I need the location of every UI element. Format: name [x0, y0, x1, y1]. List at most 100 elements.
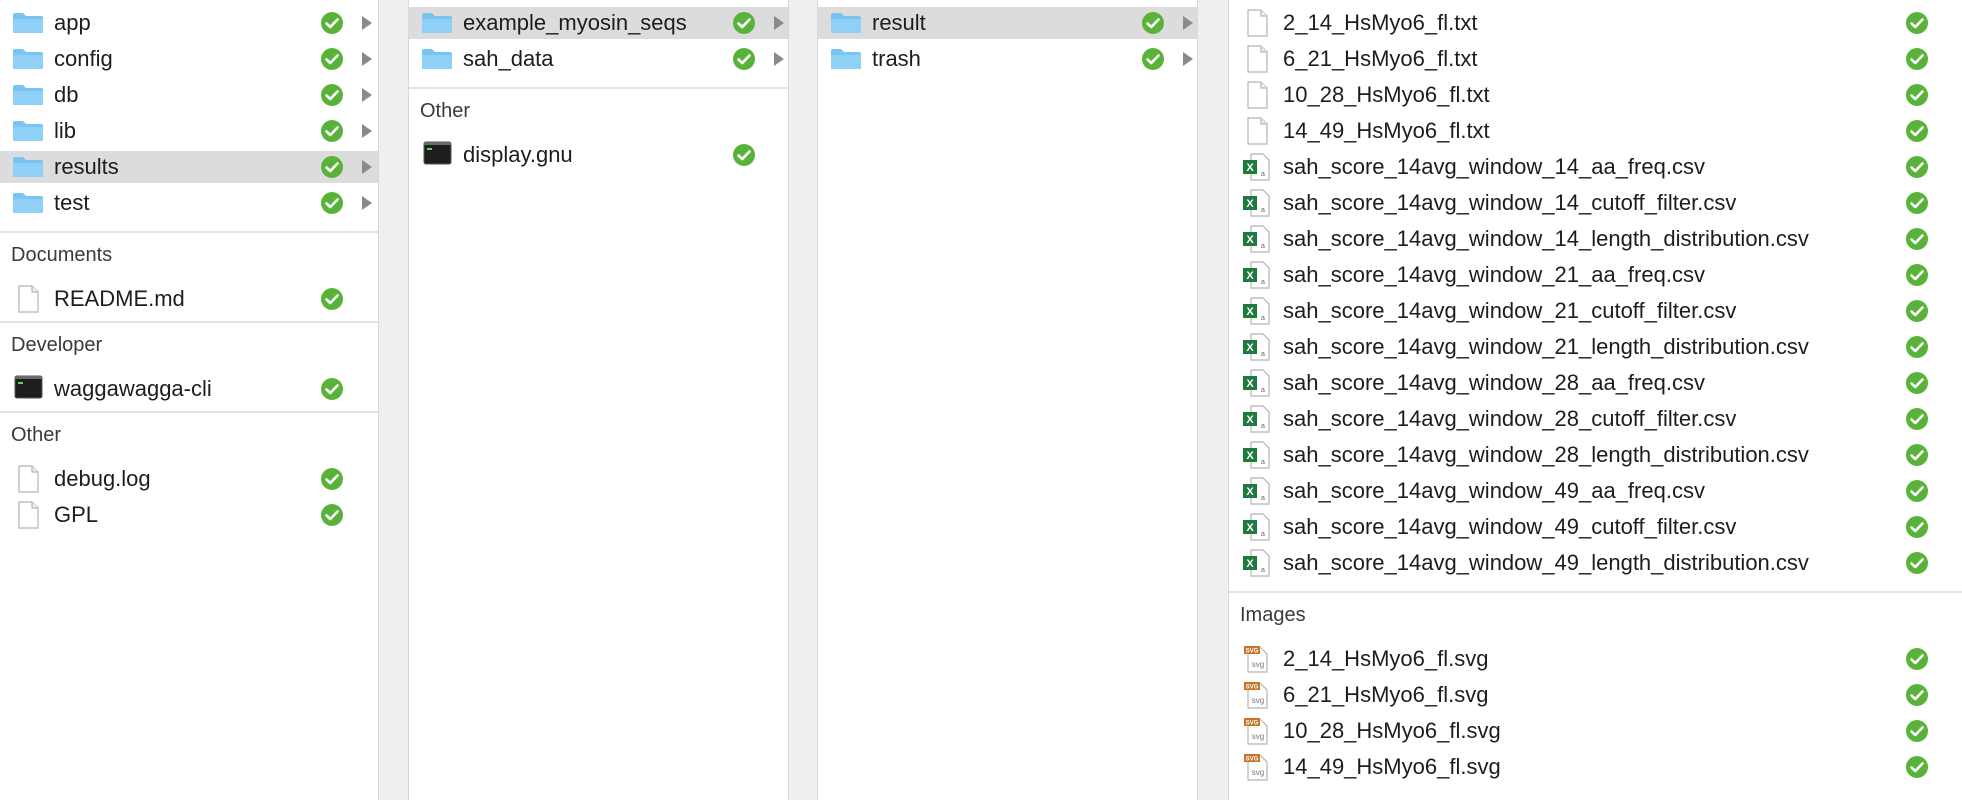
file-row[interactable]: Xa sah_score_14avg_window_49_aa_freq.csv — [1229, 475, 1962, 507]
folder-icon — [830, 48, 862, 70]
synced-check-icon — [1905, 299, 1929, 323]
file-row[interactable]: waggawagga-cli — [0, 373, 378, 405]
file-row[interactable]: debug.log — [0, 463, 378, 495]
excel-file-icon: Xa — [1241, 441, 1273, 469]
file-row[interactable]: Xa sah_score_14avg_window_21_length_distr… — [1229, 331, 1962, 363]
synced-check-icon — [320, 11, 344, 35]
svg-text:a: a — [1261, 171, 1265, 178]
item-label: sah_score_14avg_window_14_length_distrib… — [1283, 226, 1809, 251]
file-row[interactable]: Xa sah_score_14avg_window_28_cutoff_filte… — [1229, 403, 1962, 435]
file-row[interactable]: SVG svg 14_49_HsMyo6_fl.svg — [1229, 751, 1962, 783]
file-row[interactable]: SVG svg 2_14_HsMyo6_fl.svg — [1229, 643, 1962, 675]
svg-text:a: a — [1261, 495, 1265, 502]
item-label: sah_score_14avg_window_14_aa_freq.csv — [1283, 154, 1705, 179]
finder-column-browser: app config db lib results test Documents README… — [0, 0, 1962, 800]
folder-row[interactable]: test — [0, 187, 378, 219]
file-row[interactable]: Xa sah_score_14avg_window_28_aa_freq.csv — [1229, 367, 1962, 399]
section-header-developer: Developer — [11, 334, 103, 356]
file-row[interactable]: Xa sah_score_14avg_window_21_cutoff_filte… — [1229, 295, 1962, 327]
item-label: display.gnu — [463, 142, 573, 167]
file-row[interactable]: Xa sah_score_14avg_window_14_length_distr… — [1229, 223, 1962, 255]
synced-check-icon — [1141, 47, 1165, 71]
item-label: README.md — [54, 286, 185, 311]
svg-text:X: X — [1246, 450, 1254, 462]
svg-file-icon: SVG svg — [1241, 681, 1273, 709]
file-row[interactable]: GPL — [0, 499, 378, 531]
folder-row[interactable]: app — [0, 7, 378, 39]
file-row[interactable]: display.gnu — [409, 139, 788, 171]
disclosure-arrow-icon[interactable] — [362, 196, 372, 210]
svg-text:SVG: SVG — [1246, 721, 1259, 727]
item-label: sah_score_14avg_window_49_aa_freq.csv — [1283, 478, 1705, 503]
disclosure-arrow-icon[interactable] — [774, 52, 784, 66]
disclosure-arrow-icon[interactable] — [362, 16, 372, 30]
disclosure-arrow-icon[interactable] — [362, 124, 372, 138]
disclosure-arrow-icon[interactable] — [362, 160, 372, 174]
column-gutter — [1198, 0, 1228, 800]
item-label: example_myosin_seqs — [463, 10, 687, 35]
file-row[interactable]: SVG svg 10_28_HsMyo6_fl.svg — [1229, 715, 1962, 747]
disclosure-arrow-icon[interactable] — [1183, 52, 1193, 66]
svg-text:SVG: SVG — [1246, 649, 1259, 655]
svg-text:a: a — [1261, 567, 1265, 574]
file-row[interactable]: Xa sah_score_14avg_window_49_length_distr… — [1229, 547, 1962, 579]
disclosure-arrow-icon[interactable] — [774, 16, 784, 30]
file-row[interactable]: 14_49_HsMyo6_fl.txt — [1229, 115, 1962, 147]
item-label: waggawagga-cli — [54, 376, 212, 401]
folder-row[interactable]: results — [0, 151, 378, 183]
item-label: 6_21_HsMyo6_fl.svg — [1283, 682, 1489, 707]
svg-text:svg: svg — [1252, 660, 1264, 669]
folder-row[interactable]: example_myosin_seqs — [409, 7, 788, 39]
folder-row[interactable]: lib — [0, 115, 378, 147]
disclosure-arrow-icon[interactable] — [362, 88, 372, 102]
synced-check-icon — [1905, 551, 1929, 575]
file-row[interactable]: Xa sah_score_14avg_window_14_aa_freq.csv — [1229, 151, 1962, 183]
file-row[interactable]: SVG svg 6_21_HsMyo6_fl.svg — [1229, 679, 1962, 711]
disclosure-arrow-icon[interactable] — [362, 52, 372, 66]
svg-text:a: a — [1261, 459, 1265, 466]
synced-check-icon — [732, 47, 756, 71]
folder-row[interactable]: db — [0, 79, 378, 111]
disclosure-arrow-icon[interactable] — [1183, 16, 1193, 30]
folder-icon — [12, 84, 44, 106]
svg-text:X: X — [1246, 234, 1254, 246]
synced-check-icon — [1905, 191, 1929, 215]
item-label: 10_28_HsMyo6_fl.txt — [1283, 82, 1490, 107]
file-row[interactable]: Xa sah_score_14avg_window_49_cutoff_filte… — [1229, 511, 1962, 543]
svg-text:a: a — [1261, 279, 1265, 286]
file-row[interactable]: README.md — [0, 283, 378, 315]
document-icon — [12, 285, 44, 313]
item-label: debug.log — [54, 466, 151, 491]
excel-file-icon: Xa — [1241, 477, 1273, 505]
file-row[interactable]: Xa sah_score_14avg_window_21_aa_freq.csv — [1229, 259, 1962, 291]
column-gutter — [379, 0, 408, 800]
synced-check-icon — [1905, 479, 1929, 503]
svg-text:a: a — [1261, 207, 1265, 214]
excel-file-icon: Xa — [1241, 513, 1273, 541]
folder-row[interactable]: sah_data — [409, 43, 788, 75]
synced-check-icon — [1905, 371, 1929, 395]
synced-check-icon — [732, 11, 756, 35]
file-row[interactable]: Xa sah_score_14avg_window_14_cutoff_filte… — [1229, 187, 1962, 219]
svg-text:SVG: SVG — [1246, 757, 1259, 763]
folder-row[interactable]: result — [818, 7, 1197, 39]
svg-text:X: X — [1246, 306, 1254, 318]
file-row[interactable]: Xa sah_score_14avg_window_28_length_distr… — [1229, 439, 1962, 471]
folder-icon — [421, 48, 453, 70]
item-label: sah_score_14avg_window_21_aa_freq.csv — [1283, 262, 1705, 287]
folder-row[interactable]: trash — [818, 43, 1197, 75]
item-label: 14_49_HsMyo6_fl.txt — [1283, 118, 1490, 143]
folder-row[interactable]: config — [0, 43, 378, 75]
item-label: 14_49_HsMyo6_fl.svg — [1283, 754, 1501, 779]
item-label: results — [54, 154, 119, 179]
section-header-other: Other — [11, 424, 62, 446]
item-label: db — [54, 82, 79, 107]
file-row[interactable]: 6_21_HsMyo6_fl.txt — [1229, 43, 1962, 75]
folder-icon — [12, 12, 44, 34]
file-row[interactable]: 2_14_HsMyo6_fl.txt — [1229, 7, 1962, 39]
synced-check-icon — [1905, 155, 1929, 179]
file-row[interactable]: 10_28_HsMyo6_fl.txt — [1229, 79, 1962, 111]
excel-file-icon: Xa — [1241, 153, 1273, 181]
svg-text:svg: svg — [1252, 696, 1264, 705]
svg-text:a: a — [1261, 351, 1265, 358]
